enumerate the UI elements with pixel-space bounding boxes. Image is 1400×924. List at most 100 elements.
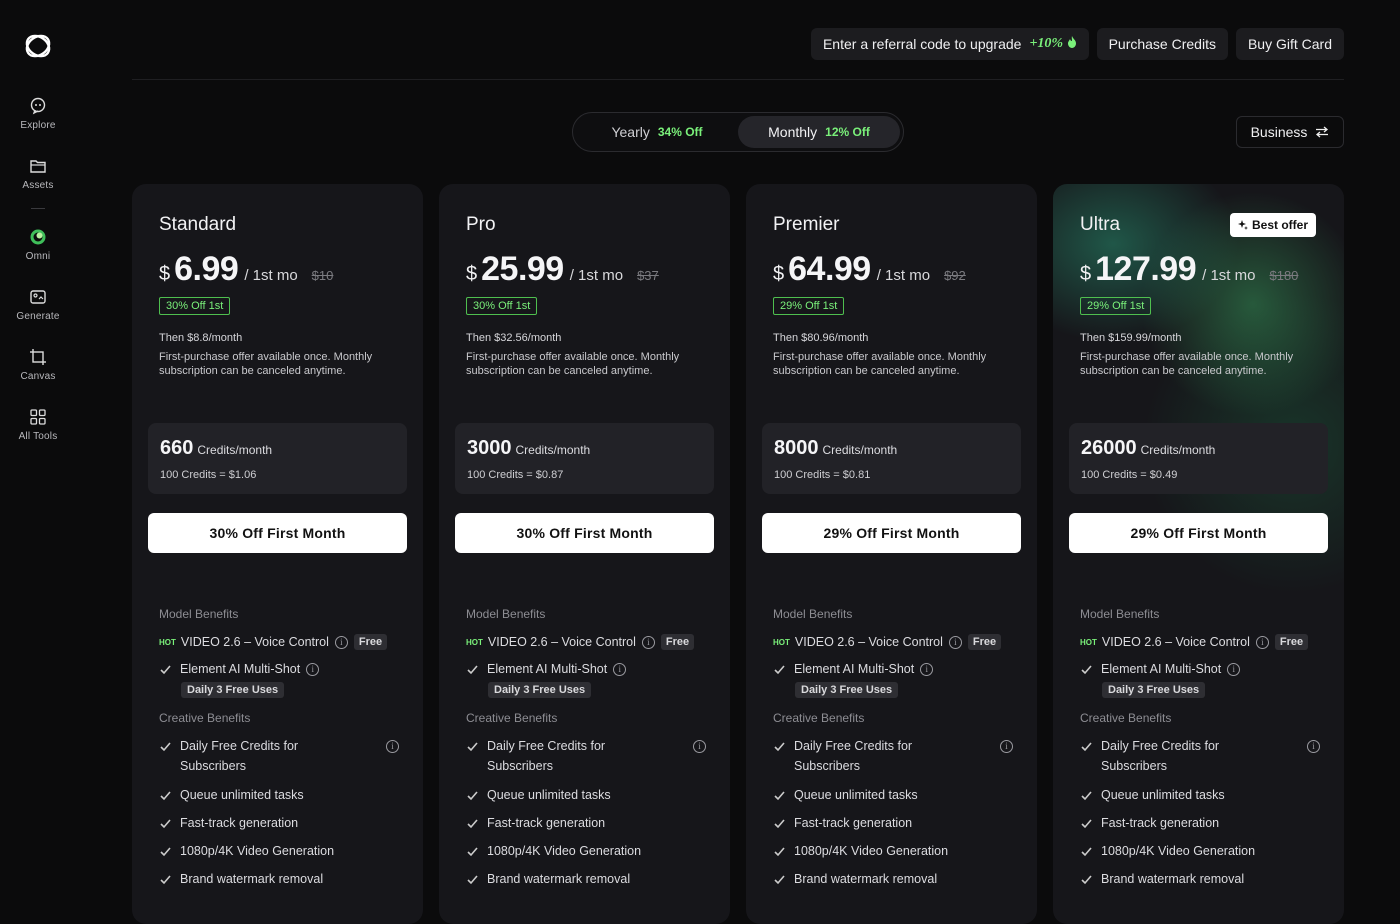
check-icon — [160, 846, 171, 856]
check-icon — [467, 846, 478, 856]
info-icon[interactable]: i — [1227, 662, 1241, 676]
renewal-price: Then $159.99/month — [1080, 332, 1182, 344]
feature-label: Daily Free Credits for Subscribers — [794, 739, 913, 773]
sidebar-item-generate[interactable]: Generate — [0, 275, 76, 335]
check-icon — [467, 790, 478, 800]
sidebar-item-assets[interactable]: Assets — [0, 144, 76, 204]
plan-cards: Standard $ 6.99 / 1st mo $10 30% Off 1st… — [132, 184, 1344, 924]
discount-badge: 29% Off 1st — [1080, 297, 1152, 315]
creative-feature: Daily Free Credits for Subscribers i — [159, 736, 399, 776]
plan-card-premier: Premier $ 64.99 / 1st mo $92 29% Off 1st… — [746, 184, 1037, 924]
price-period: / 1st mo — [1202, 267, 1256, 284]
tab-yearly[interactable]: Yearly 34% Off — [576, 116, 738, 148]
creative-feature: 1080p/4K Video Generation — [159, 844, 334, 858]
model-benefits-title: Model Benefits — [466, 607, 546, 621]
price-amount: 127.99 — [1095, 250, 1197, 288]
creative-benefits-title: Creative Benefits — [1080, 711, 1172, 725]
plan-name: Standard — [159, 214, 237, 235]
brand-logo-icon[interactable] — [22, 30, 54, 62]
purchase-credits-button[interactable]: Purchase Credits — [1096, 28, 1228, 60]
renewal-price: Then $32.56/month — [466, 332, 562, 344]
info-icon[interactable]: i — [1255, 635, 1269, 649]
yearly-discount: 34% Off — [657, 125, 703, 139]
info-icon[interactable]: i — [1000, 740, 1013, 753]
flame-icon — [1067, 36, 1076, 48]
business-switch-button[interactable]: Business — [1236, 116, 1344, 148]
buy-gift-card-button[interactable]: Buy Gift Card — [1235, 28, 1344, 60]
sidebar-item-explore[interactable]: Explore — [0, 84, 76, 144]
element-feature: Element AI Multi-Shot i — [159, 662, 320, 676]
credits-box: 8000 Credits/month 100 Credits = $0.81 — [762, 423, 1021, 494]
plan-price: $ 64.99 / 1st mo $92 — [773, 250, 966, 289]
creative-feature: Brand watermark removal — [466, 872, 630, 886]
info-icon[interactable]: i — [613, 662, 627, 676]
daily-uses-badge: Daily 3 Free Uses — [795, 682, 899, 698]
creative-benefits-title: Creative Benefits — [466, 711, 558, 725]
free-badge: Free — [1274, 634, 1309, 650]
check-icon — [1081, 874, 1092, 884]
sidebar-item-omni[interactable]: Omni — [0, 215, 76, 275]
subscribe-button[interactable]: 30% Off First Month — [455, 513, 714, 553]
plan-description: First-purchase offer available once. Mon… — [466, 351, 680, 377]
creative-feature: Queue unlimited tasks — [466, 788, 611, 802]
creative-feature: Fast-track generation — [159, 816, 298, 830]
subscribe-button[interactable]: 29% Off First Month — [1069, 513, 1328, 553]
feature-label: VIDEO 2.6 – Voice Control — [794, 635, 943, 649]
check-icon — [774, 790, 785, 800]
info-icon[interactable]: i — [386, 740, 399, 753]
discount-badge: 29% Off 1st — [773, 297, 845, 315]
video-feature: HOT VIDEO 2.6 – Voice Control i Free — [159, 634, 388, 650]
info-icon[interactable]: i — [948, 635, 962, 649]
tab-monthly[interactable]: Monthly 12% Off — [738, 116, 900, 148]
check-icon — [160, 790, 171, 800]
feature-label: Queue unlimited tasks — [487, 788, 611, 802]
sidebar-item-label: All Tools — [18, 431, 58, 442]
price-period: / 1st mo — [876, 267, 931, 284]
sidebar-item-label: Generate — [16, 311, 60, 322]
free-badge: Free — [967, 634, 1002, 650]
sidebar-divider — [31, 208, 45, 209]
info-icon[interactable]: i — [306, 662, 320, 676]
creative-feature: Brand watermark removal — [159, 872, 323, 886]
subscribe-button[interactable]: 29% Off First Month — [762, 513, 1021, 553]
plan-card-pro: Pro $ 25.99 / 1st mo $37 30% Off 1st The… — [439, 184, 730, 924]
info-icon[interactable]: i — [1307, 740, 1320, 753]
check-icon — [467, 874, 478, 884]
check-icon — [1081, 790, 1092, 800]
credits-box: 660 Credits/month 100 Credits = $1.06 — [148, 423, 407, 494]
hot-badge: HOT — [773, 637, 790, 647]
feature-label: Queue unlimited tasks — [794, 788, 918, 802]
creative-benefits-title: Creative Benefits — [159, 711, 251, 725]
hot-badge: HOT — [466, 637, 483, 647]
hot-badge: HOT — [1080, 637, 1097, 647]
sidebar-item-all-tools[interactable]: All Tools — [0, 395, 76, 455]
credits-amount: 660 — [160, 437, 194, 459]
price-period: / 1st mo — [569, 267, 624, 284]
billing-period-toggle: Yearly 34% Off Monthly 12% Off — [572, 112, 904, 152]
sidebar-item-canvas[interactable]: Canvas — [0, 335, 76, 395]
daily-uses-badge: Daily 3 Free Uses — [1102, 682, 1206, 698]
check-icon — [774, 846, 785, 856]
credits-rate: 100 Credits = $0.87 — [467, 469, 564, 481]
chat-bubble-icon — [30, 97, 46, 115]
daily-uses-badge: Daily 3 Free Uses — [181, 682, 285, 698]
plan-card-standard: Standard $ 6.99 / 1st mo $10 30% Off 1st… — [132, 184, 423, 924]
info-icon[interactable]: i — [334, 635, 348, 649]
creative-feature: Daily Free Credits for Subscribers i — [466, 736, 706, 776]
omni-orb-icon — [30, 229, 46, 245]
sidebar-item-label: Assets — [22, 180, 54, 191]
info-icon[interactable]: i — [641, 635, 655, 649]
check-icon — [160, 874, 171, 884]
price-currency: $ — [1080, 263, 1092, 285]
creative-feature: Brand watermark removal — [1080, 872, 1244, 886]
price-amount: 25.99 — [481, 250, 564, 288]
check-icon — [774, 818, 785, 828]
credits-unit: Credits/month — [197, 443, 273, 457]
check-icon — [1081, 818, 1092, 828]
subscribe-button[interactable]: 30% Off First Month — [148, 513, 407, 553]
plan-price: $ 127.99 / 1st mo $180 — [1080, 250, 1298, 289]
info-icon[interactable]: i — [693, 740, 706, 753]
credits-rate: 100 Credits = $0.49 — [1081, 469, 1178, 481]
info-icon[interactable]: i — [920, 662, 934, 676]
referral-code-button[interactable]: Enter a referral code to upgrade +10% — [810, 28, 1089, 60]
